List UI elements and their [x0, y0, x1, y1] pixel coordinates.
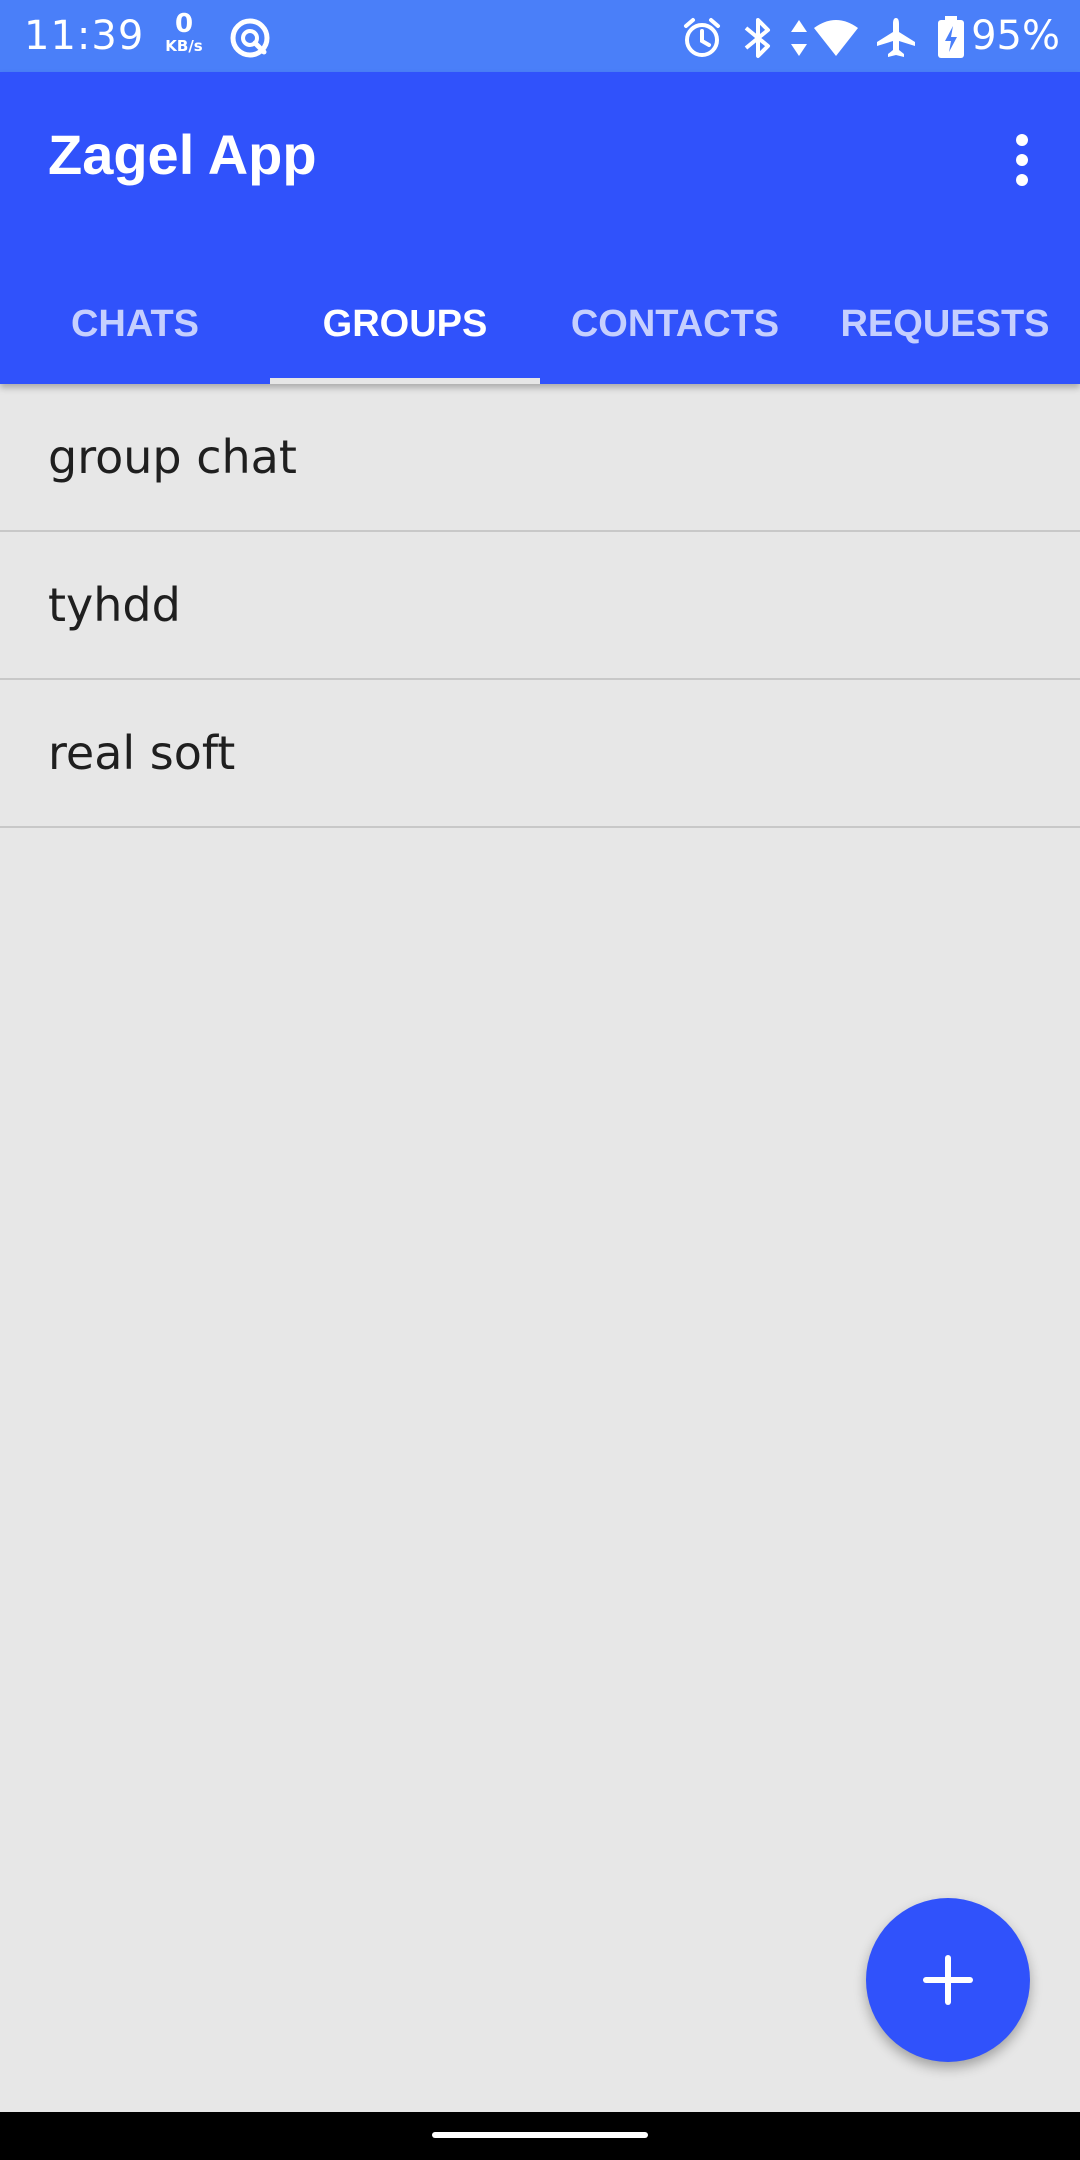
group-name: real soft: [48, 726, 236, 780]
tab-label: CONTACTS: [570, 302, 780, 345]
tab-groups[interactable]: GROUPS: [270, 264, 540, 384]
plus-icon: [923, 1955, 973, 2005]
navigation-bar: [0, 2112, 1080, 2160]
tab-label: CHATS: [70, 302, 200, 345]
battery-charging-icon: [938, 16, 964, 58]
data-saver-icon: [230, 18, 270, 58]
wifi-icon: [814, 20, 858, 56]
airplane-mode-icon: [877, 18, 915, 57]
network-speed-unit: KB/s: [165, 37, 203, 55]
data-arrows-icon: [791, 20, 807, 56]
tab-bar: CHATS GROUPS CONTACTS REQUESTS: [0, 264, 1080, 384]
network-speed: 0 KB/s: [160, 9, 208, 56]
list-item[interactable]: group chat: [0, 384, 1080, 532]
network-speed-value: 0: [174, 9, 194, 39]
bluetooth-icon: [744, 18, 770, 58]
battery-percent: 95%: [971, 13, 1060, 59]
tab-requests[interactable]: REQUESTS: [810, 264, 1080, 384]
status-time: 11:39: [24, 13, 145, 59]
tab-label: REQUESTS: [840, 302, 1050, 345]
tab-label: GROUPS: [322, 302, 488, 345]
app-bar: Zagel App CHATS GROUPS CONTACTS REQUESTS: [0, 72, 1080, 384]
add-group-button[interactable]: [866, 1898, 1030, 2062]
group-list: group chat tyhdd real soft: [0, 384, 1080, 828]
home-gesture-handle[interactable]: [432, 2132, 648, 2138]
list-item[interactable]: tyhdd: [0, 532, 1080, 680]
list-item[interactable]: real soft: [0, 680, 1080, 828]
group-name: group chat: [48, 430, 297, 484]
status-bar: 11:39 0 KB/s 95%: [0, 0, 1080, 72]
tab-contacts[interactable]: CONTACTS: [540, 264, 810, 384]
app-title: Zagel App: [48, 123, 317, 186]
group-name: tyhdd: [48, 578, 181, 632]
more-vert-icon[interactable]: [986, 124, 1058, 196]
alarm-icon: [684, 18, 720, 57]
tab-chats[interactable]: CHATS: [0, 264, 270, 384]
